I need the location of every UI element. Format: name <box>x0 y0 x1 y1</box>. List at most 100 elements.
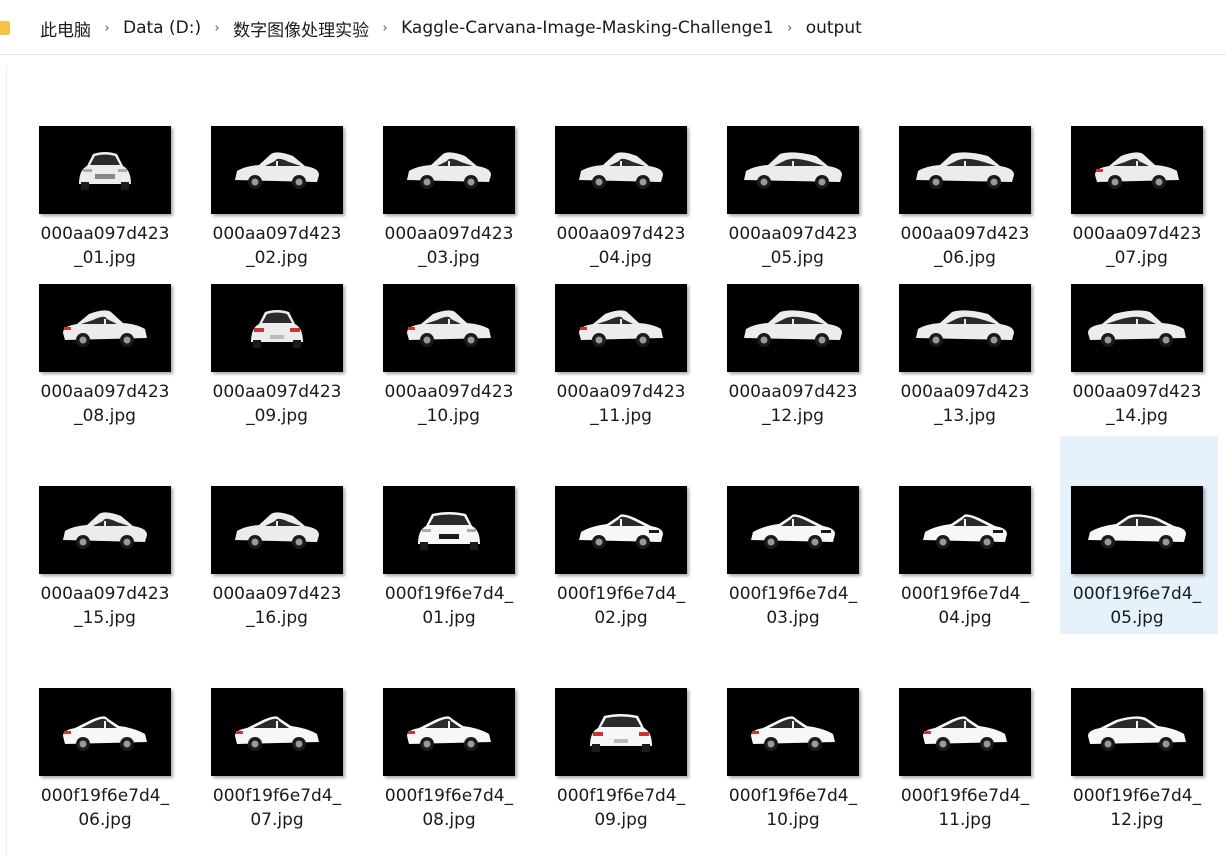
file-name-label: 000aa097d423 _11.jpg <box>542 380 700 428</box>
file-thumbnail <box>211 284 343 372</box>
address-bar[interactable]: 此电脑 › Data (D:) › 数字图像处理实验 › Kaggle-Carvana-Im… <box>0 0 1226 55</box>
file-name-line1: 000f19f6e7d4_ <box>212 786 342 806</box>
file-name-line2: _05.jpg <box>762 248 824 268</box>
file-thumbnail <box>1071 688 1203 776</box>
file-name-label: 000aa097d423 _12.jpg <box>714 380 872 428</box>
file-name-line2: 11.jpg <box>938 810 992 830</box>
file-name-line2: 02.jpg <box>594 608 648 628</box>
file-name-label: 000aa097d423 _16.jpg <box>198 582 356 630</box>
file-thumbnail <box>39 486 171 574</box>
file-name-label: 000aa097d423 _06.jpg <box>886 222 1044 270</box>
file-name-line1: 000aa097d423 <box>40 584 170 604</box>
breadcrumb-item[interactable]: Kaggle-Carvana-Image-Masking-Challenge1 <box>399 16 776 40</box>
file-name-line1: 000aa097d423 <box>728 382 858 402</box>
file-name-line2: 12.jpg <box>1110 810 1164 830</box>
file-name-line2: 08.jpg <box>422 810 476 830</box>
file-name-label: 000f19f6e7d4_ 11.jpg <box>886 784 1044 832</box>
chevron-right-icon[interactable]: › <box>99 21 115 36</box>
file-thumbnail <box>555 126 687 214</box>
file-name-line2: _02.jpg <box>246 248 308 268</box>
file-name-line2: 06.jpg <box>78 810 132 830</box>
file-name-line1: 000f19f6e7d4_ <box>384 786 514 806</box>
file-thumbnail <box>727 284 859 372</box>
file-name-line2: _09.jpg <box>246 406 308 426</box>
file-name-label: 000aa097d423 _15.jpg <box>26 582 184 630</box>
chevron-right-icon[interactable]: › <box>209 21 225 36</box>
file-name-line2: _12.jpg <box>762 406 824 426</box>
file-thumbnail <box>211 486 343 574</box>
file-name-line2: 04.jpg <box>938 608 992 628</box>
file-thumbnail <box>899 284 1031 372</box>
file-name-line2: _06.jpg <box>934 248 996 268</box>
file-name-label: 000f19f6e7d4_ 06.jpg <box>26 784 184 832</box>
file-thumbnail <box>1071 126 1203 214</box>
file-name-line2: 09.jpg <box>594 810 648 830</box>
file-name-line1: 000f19f6e7d4_ <box>900 786 1030 806</box>
file-thumbnail <box>383 688 515 776</box>
file-name-line1: 000aa097d423 <box>212 382 342 402</box>
file-name-line1: 000aa097d423 <box>40 382 170 402</box>
file-name-line1: 000f19f6e7d4_ <box>1072 786 1202 806</box>
file-name-label: 000aa097d423 _14.jpg <box>1058 380 1216 428</box>
file-name-label: 000f19f6e7d4_ 08.jpg <box>370 784 528 832</box>
file-thumbnail <box>211 126 343 214</box>
file-explorer-window: 此电脑 › Data (D:) › 数字图像处理实验 › Kaggle-Carvana-Im… <box>0 0 1226 857</box>
file-name-label: 000f19f6e7d4_ 10.jpg <box>714 784 872 832</box>
file-thumbnail <box>211 688 343 776</box>
file-name-line1: 000f19f6e7d4_ <box>384 584 514 604</box>
breadcrumb-item[interactable]: Data (D:) <box>121 16 203 40</box>
file-thumbnail <box>555 486 687 574</box>
file-name-line1: 000f19f6e7d4_ <box>728 786 858 806</box>
file-name-line2: _01.jpg <box>74 248 136 268</box>
file-name-label: 000aa097d423 _08.jpg <box>26 380 184 428</box>
file-thumbnail <box>383 486 515 574</box>
breadcrumb: 此电脑 › Data (D:) › 数字图像处理实验 › Kaggle-Carvana-Im… <box>0 14 864 42</box>
file-name-line2: 10.jpg <box>766 810 820 830</box>
file-name-line2: _16.jpg <box>246 608 308 628</box>
file-name-label: 000f19f6e7d4_ 05.jpg <box>1058 582 1216 630</box>
file-name-label: 000aa097d423 _02.jpg <box>198 222 356 270</box>
file-name-label: 000f19f6e7d4_ 02.jpg <box>542 582 700 630</box>
file-name-line1: 000f19f6e7d4_ <box>1072 584 1202 604</box>
file-thumbnail <box>1071 486 1203 574</box>
file-name-label: 000f19f6e7d4_ 04.jpg <box>886 582 1044 630</box>
file-name-line1: 000f19f6e7d4_ <box>556 584 686 604</box>
breadcrumb-item[interactable]: 此电脑 <box>38 14 93 43</box>
file-name-line2: _13.jpg <box>934 406 996 426</box>
file-thumbnail <box>899 688 1031 776</box>
file-name-line1: 000aa097d423 <box>40 224 170 244</box>
breadcrumb-item[interactable]: output <box>804 16 864 40</box>
file-name-line2: _03.jpg <box>418 248 480 268</box>
chevron-right-icon[interactable]: › <box>377 21 393 36</box>
file-thumbnail <box>39 688 171 776</box>
file-thumbnail <box>1071 284 1203 372</box>
file-name-label: 000aa097d423 _09.jpg <box>198 380 356 428</box>
file-name-line1: 000f19f6e7d4_ <box>40 786 170 806</box>
breadcrumb-item[interactable]: 数字图像处理实验 <box>231 14 371 43</box>
file-name-line2: _14.jpg <box>1106 406 1168 426</box>
file-name-label: 000aa097d423 _01.jpg <box>26 222 184 270</box>
file-name-line2: _15.jpg <box>74 608 136 628</box>
file-name-line1: 000aa097d423 <box>900 224 1030 244</box>
pane-divider <box>6 66 7 856</box>
file-name-label: 000f19f6e7d4_ 07.jpg <box>198 784 356 832</box>
file-thumbnail <box>555 284 687 372</box>
file-name-line1: 000aa097d423 <box>384 224 514 244</box>
file-thumbnail <box>899 126 1031 214</box>
file-thumbnail <box>39 284 171 372</box>
chevron-right-icon[interactable]: › <box>782 21 798 36</box>
file-name-label: 000aa097d423 _04.jpg <box>542 222 700 270</box>
file-name-label: 000f19f6e7d4_ 03.jpg <box>714 582 872 630</box>
file-name-line1: 000aa097d423 <box>556 382 686 402</box>
file-thumbnail <box>727 486 859 574</box>
file-name-line2: _11.jpg <box>590 406 652 426</box>
file-thumbnail <box>39 126 171 214</box>
file-name-line2: 05.jpg <box>1110 608 1164 628</box>
file-name-line2: _10.jpg <box>418 406 480 426</box>
file-name-line2: _07.jpg <box>1106 248 1168 268</box>
file-thumbnail <box>383 126 515 214</box>
file-name-label: 000f19f6e7d4_ 12.jpg <box>1058 784 1216 832</box>
file-name-line1: 000aa097d423 <box>728 224 858 244</box>
file-name-label: 000aa097d423 _05.jpg <box>714 222 872 270</box>
file-thumbnail <box>727 688 859 776</box>
